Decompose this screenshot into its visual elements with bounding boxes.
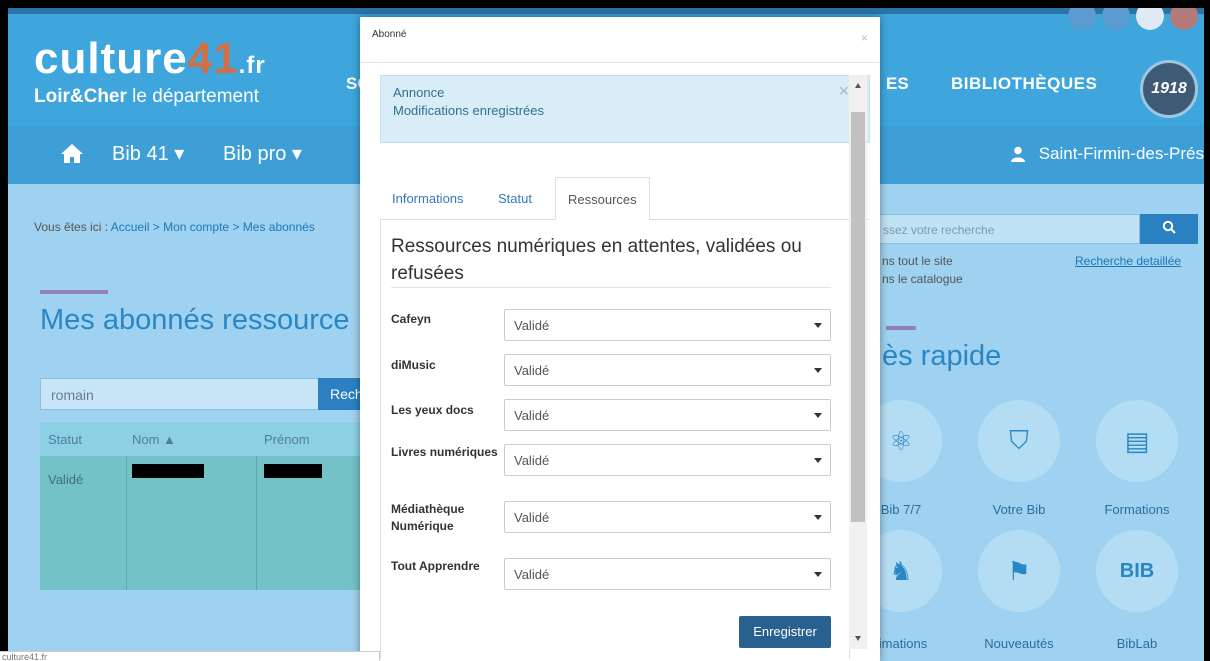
column-header-nom[interactable]: Nom ▲ bbox=[132, 432, 176, 447]
alert-title: Annonce bbox=[393, 85, 445, 100]
tab-ressources[interactable]: Ressources bbox=[555, 177, 650, 220]
tile-label-formations[interactable]: Formations bbox=[1082, 502, 1192, 517]
resource-label: Livres numériques bbox=[391, 445, 498, 459]
social-icons bbox=[1068, 8, 1198, 30]
modal-scrollbar[interactable] bbox=[849, 75, 867, 649]
caret-down-icon bbox=[814, 368, 822, 373]
breadcrumb: Vous êtes ici : Accueil > Mon compte > M… bbox=[34, 220, 315, 234]
biblab-icon[interactable]: BIB bbox=[1096, 530, 1178, 612]
column-divider bbox=[256, 456, 257, 590]
resource-label: Cafeyn bbox=[391, 312, 432, 326]
logo-number: 41 bbox=[187, 34, 239, 83]
tab-statut[interactable]: Statut bbox=[486, 177, 544, 220]
success-alert: Annonce Modifications enregistrées × bbox=[380, 75, 870, 143]
panel-divider bbox=[391, 287, 831, 288]
resource-status-select[interactable]: Validé bbox=[504, 444, 831, 476]
select-value: Validé bbox=[514, 510, 550, 525]
select-value: Validé bbox=[514, 318, 550, 333]
alert-message: Modifications enregistrées bbox=[393, 103, 545, 118]
social-icon[interactable] bbox=[1136, 8, 1164, 30]
scope-site[interactable]: ns tout le site bbox=[882, 254, 953, 268]
quick-access-accent bbox=[886, 326, 916, 330]
caret-down-icon bbox=[814, 323, 822, 328]
social-icon[interactable] bbox=[1102, 8, 1130, 30]
home-icon[interactable] bbox=[60, 142, 84, 169]
centenary-seal-logo: 1918 bbox=[1140, 60, 1198, 118]
caret-down-icon bbox=[814, 413, 822, 418]
logo-sub-rest: le département bbox=[126, 86, 259, 107]
caret-down-icon bbox=[814, 458, 822, 463]
site-logo[interactable]: culture41.fr Loir&Cher le département bbox=[34, 36, 266, 107]
tile-label-votrebib[interactable]: Votre Bib bbox=[964, 502, 1074, 517]
menu-item-partial-right[interactable]: ES bbox=[886, 74, 909, 94]
page-title: Mes abonnés ressource bbox=[40, 304, 350, 336]
modal-tabs: Informations Statut Ressources bbox=[380, 177, 870, 220]
tile-label-nouveautes[interactable]: Nouveautés bbox=[964, 636, 1074, 651]
modal-title: Abonné bbox=[372, 29, 407, 40]
panel-title: Ressources numériques en attentes, valid… bbox=[391, 236, 802, 284]
breadcrumb-prefix: Vous êtes ici : bbox=[34, 220, 111, 234]
redacted-nom bbox=[132, 464, 204, 478]
subscriber-search-input[interactable]: romain bbox=[40, 378, 320, 410]
column-header-prenom[interactable]: Prénom bbox=[264, 432, 310, 447]
redacted-prenom bbox=[264, 464, 322, 478]
caret-down-icon bbox=[814, 572, 822, 577]
scroll-down-icon[interactable] bbox=[855, 636, 861, 641]
seal-text: 1918 bbox=[1151, 80, 1187, 97]
select-value: Validé bbox=[514, 363, 550, 378]
logo-tld: .fr bbox=[238, 52, 266, 79]
title-accent bbox=[40, 290, 108, 294]
cell-statut: Validé bbox=[48, 472, 84, 487]
resource-status-select[interactable]: Validé bbox=[504, 558, 831, 590]
map-icon[interactable]: ⛉ bbox=[978, 400, 1060, 482]
column-header-statut[interactable]: Statut bbox=[48, 432, 82, 447]
modal-close-icon[interactable]: × bbox=[861, 31, 868, 45]
select-value: Validé bbox=[514, 408, 550, 423]
breadcrumb-path[interactable]: Accueil > Mon compte > Mes abonnés bbox=[111, 220, 315, 234]
scope-catalogue[interactable]: ns le catalogue bbox=[882, 272, 963, 286]
table-header bbox=[40, 422, 368, 456]
save-button[interactable]: Enregistrer bbox=[739, 616, 831, 648]
resource-label: Les yeux docs bbox=[391, 403, 474, 417]
subscriber-modal: Abonné × Annonce Modifications enregistr… bbox=[360, 17, 880, 661]
scrollbar-thumb[interactable] bbox=[851, 112, 865, 522]
select-value: Validé bbox=[514, 567, 550, 582]
site-search-input[interactable]: ssez votre recherche bbox=[878, 214, 1140, 244]
site-search-button[interactable] bbox=[1140, 214, 1198, 244]
user-icon bbox=[1010, 146, 1025, 162]
social-icon[interactable] bbox=[1170, 8, 1198, 30]
ressources-panel: Ressources numériques en attentes, valid… bbox=[380, 219, 850, 659]
flag-icon[interactable]: ⚑ bbox=[978, 530, 1060, 612]
caret-down-icon bbox=[814, 515, 822, 520]
resource-label: Médiathèque Numérique bbox=[391, 502, 465, 533]
search-icon bbox=[1162, 220, 1176, 234]
social-icon[interactable] bbox=[1068, 8, 1096, 30]
resource-status-select[interactable]: Validé bbox=[504, 354, 831, 386]
logo-name: culture bbox=[34, 34, 188, 83]
user-name: Saint-Firmin-des-Prés bbox=[1038, 144, 1204, 163]
scroll-up-icon[interactable] bbox=[855, 83, 861, 88]
advanced-search-link[interactable]: Recherche detaillée bbox=[1075, 254, 1181, 268]
subscribers-table: Statut Nom ▲ Prénom Validé bbox=[40, 422, 368, 590]
briefcase-icon[interactable]: ▤ bbox=[1096, 400, 1178, 482]
resource-label: diMusic bbox=[391, 358, 436, 372]
resource-status-select[interactable]: Validé bbox=[504, 309, 831, 341]
resource-status-select[interactable]: Validé bbox=[504, 501, 831, 533]
nav-bib41[interactable]: Bib 41 ▾ bbox=[112, 141, 184, 166]
tab-informations[interactable]: Informations bbox=[380, 177, 476, 220]
logo-sub-bold: Loir&Cher bbox=[34, 86, 127, 107]
select-value: Validé bbox=[514, 453, 550, 468]
browser-status-bar: culture41.fr bbox=[0, 651, 380, 661]
resource-status-select[interactable]: Validé bbox=[504, 399, 831, 431]
menu-item-bibliotheques[interactable]: BIBLIOTHÈQUES bbox=[951, 74, 1097, 94]
quick-access-title: ès rapide bbox=[882, 340, 1002, 372]
alert-close-icon[interactable]: × bbox=[838, 82, 849, 100]
modal-header: Abonné × bbox=[360, 17, 880, 63]
column-divider bbox=[126, 456, 127, 590]
nav-bibpro[interactable]: Bib pro ▾ bbox=[223, 141, 302, 166]
resource-label: Tout Apprendre bbox=[391, 559, 480, 573]
tile-label-biblab[interactable]: BibLab bbox=[1082, 636, 1192, 651]
nav-user[interactable]: Saint-Firmin-des-Prés bbox=[1010, 144, 1204, 164]
